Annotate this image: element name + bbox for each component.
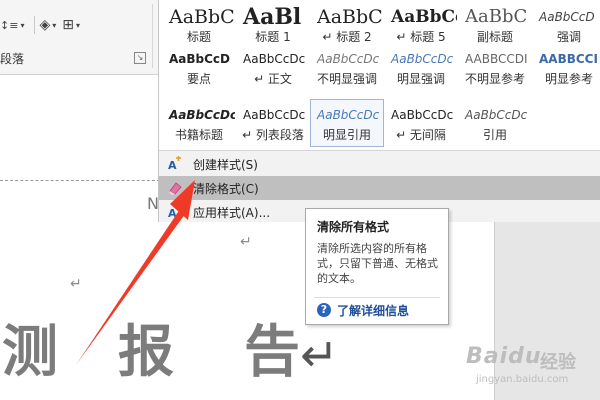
create-style-icon: A [167, 156, 183, 172]
style-gallery-item[interactable]: AaBbCcD 强调 [533, 2, 600, 48]
help-icon: ? [317, 303, 331, 317]
style-preview: AaBbCc [391, 7, 457, 27]
ribbon-divider [152, 4, 153, 68]
style-name: 明显引用 [322, 128, 371, 142]
create-style-label: 创建样式(S) [193, 157, 258, 172]
style-preview: AABBCCDI [465, 52, 528, 66]
learn-more-label: 了解详细信息 [337, 303, 410, 318]
style-preview: AaBbCcDc [465, 108, 528, 122]
baidu-jingyan-watermark: Baidu 经验 jingyan.baidu.com [466, 344, 586, 394]
style-name: 不明显参考 [464, 72, 525, 86]
style-name: 强调 [556, 30, 581, 44]
style-gallery-item[interactable]: AaBbCcDc 明显引用 [310, 99, 384, 147]
style-preview: AaBl [243, 6, 302, 28]
paragraph-mark: ↵ [300, 328, 339, 382]
style-name: 副标题 [476, 30, 513, 44]
borders-icon: ⊞ [62, 17, 74, 33]
style-name: 不明显强调 [316, 72, 377, 86]
title-char: 测 [2, 320, 58, 385]
title-char: 报 [118, 320, 174, 385]
style-name: 明显参考 [544, 72, 593, 86]
paragraph-toolbar: ↕≡ ▾ ◈ ▾ ⊞ ▾ [0, 14, 86, 36]
style-preview: AaBbC [317, 6, 383, 28]
clear-formatting-label: 清除格式(C) [193, 181, 259, 196]
style-name: 标题 1 [255, 30, 291, 44]
paragraph-group-label: 段落 [0, 52, 25, 66]
style-gallery-item[interactable]: AABBCCI 明显参考 [533, 44, 600, 90]
watermark-brand: Baidu [466, 344, 542, 369]
shading-button[interactable]: ◈ ▾ [39, 15, 56, 35]
style-gallery-item[interactable]: AaBbC ↵ 标题 2 [311, 2, 383, 48]
style-preview: AaBbCcD [539, 10, 595, 24]
paragraph-mark: ↵ [70, 276, 82, 292]
style-preview: AABBCCI [539, 52, 598, 66]
svg-text:A: A [168, 207, 177, 220]
style-name: ↵ 标题 2 [322, 30, 372, 44]
eraser-icon [167, 180, 183, 196]
style-gallery-item[interactable]: AaBbCc ↵ 标题 5 [385, 2, 457, 48]
svg-text:A: A [168, 159, 177, 172]
watermark-url: jingyan.baidu.com [476, 374, 569, 385]
ribbon-paragraph-group: ↕≡ ▾ ◈ ▾ ⊞ ▾ 段落 ↘ [0, 0, 160, 74]
borders-button[interactable]: ⊞ ▾ [62, 15, 80, 35]
style-gallery-item[interactable]: AaBbCcDc ↵ 正文 [237, 44, 309, 90]
menu-divider [159, 150, 600, 151]
section-break-line [0, 180, 165, 181]
style-name: ↵ 标题 5 [396, 30, 446, 44]
style-name: 明显强调 [396, 72, 445, 86]
style-gallery-item[interactable]: AABBCCDI 不明显参考 [459, 44, 531, 90]
style-gallery-item[interactable]: AaBbCcDc ↵ 无间隔 [385, 100, 457, 146]
apply-styles-label: 应用样式(A)... [193, 205, 271, 220]
style-preview: AaBbC [465, 6, 528, 27]
style-name: 引用 [482, 128, 507, 142]
style-gallery-item[interactable]: AaBl 标题 1 [237, 2, 309, 48]
clear-formatting-tooltip: 清除所有格式 清除所选内容的所有格式，只留下普通、无格式的文本。 ? 了解详细信… [305, 208, 449, 325]
dropdown-arrow-icon: ▾ [75, 20, 80, 30]
style-preview: AaBbCcDc [243, 52, 306, 66]
learn-more-link[interactable]: ? 了解详细信息 [317, 301, 409, 319]
tooltip-title: 清除所有格式 [317, 220, 390, 234]
style-name: ↵ 正文 [254, 72, 292, 86]
style-name: ↵ 无间隔 [396, 128, 446, 142]
style-preview: AaBbCcDc [391, 52, 454, 66]
apply-styles-icon: A [167, 204, 183, 220]
watermark-cn: 经验 [540, 352, 576, 373]
style-gallery-item[interactable]: AaBbCcDc 明显强调 [385, 44, 457, 90]
line-spacing-button[interactable]: ↕≡ ▾ [0, 15, 24, 35]
style-gallery-item[interactable]: AaBbCcDc 不明显强调 [311, 44, 383, 90]
dropdown-arrow-icon: ▾ [52, 20, 57, 30]
tooltip-description: 清除所选内容的所有格式，只留下普通、无格式的文本。 [317, 242, 438, 285]
tooltip-divider [314, 297, 440, 298]
style-name: ↵ 列表段落 [242, 128, 304, 142]
title-char: 告 [244, 320, 300, 385]
paragraph-dialog-launcher[interactable]: ↘ [134, 52, 146, 64]
style-gallery-item[interactable]: AaBbCcDc 书籍标题 [163, 100, 235, 146]
styles-gallery: AaBbC标题AaBl标题 1AaBbC↵ 标题 2AaBbCc↵ 标题 5Aa… [158, 0, 600, 150]
style-gallery-item[interactable]: AaBbCcDc ↵ 列表段落 [237, 100, 309, 146]
toolbar-divider [34, 16, 36, 34]
style-preview: AaBbCcDc [317, 52, 380, 66]
shading-icon: ◈ [39, 17, 51, 33]
style-gallery-item[interactable]: AaBbC 副标题 [459, 2, 531, 48]
document-title: 测报 告↵ [2, 307, 339, 388]
style-gallery-item[interactable]: AaBbC 标题 [163, 2, 235, 48]
style-preview: AaBbC [169, 6, 235, 28]
style-preview: AaBbCcDc [243, 108, 306, 122]
line-spacing-icon: ↕≡ [0, 18, 19, 32]
style-gallery-item[interactable]: AaBbCcDc 引用 [459, 100, 531, 146]
style-preview: AaBbCcD [169, 52, 231, 66]
style-gallery-item[interactable]: AaBbCcD 要点 [163, 44, 235, 90]
style-name: 书籍标题 [174, 128, 223, 142]
style-name: 要点 [186, 72, 211, 86]
clear-formatting-menu-item[interactable]: 清除格式(C) [159, 176, 600, 200]
style-preview: AaBbCcDc [391, 108, 454, 122]
style-preview: AaBbCcDc [317, 108, 380, 122]
style-name: 标题 [186, 30, 211, 44]
dropdown-arrow-icon: ▾ [20, 20, 25, 30]
paragraph-mark: ↵ [240, 234, 252, 250]
create-style-menu-item[interactable]: A 创建样式(S) [159, 152, 600, 176]
style-preview: AaBbCcDc [169, 108, 235, 122]
